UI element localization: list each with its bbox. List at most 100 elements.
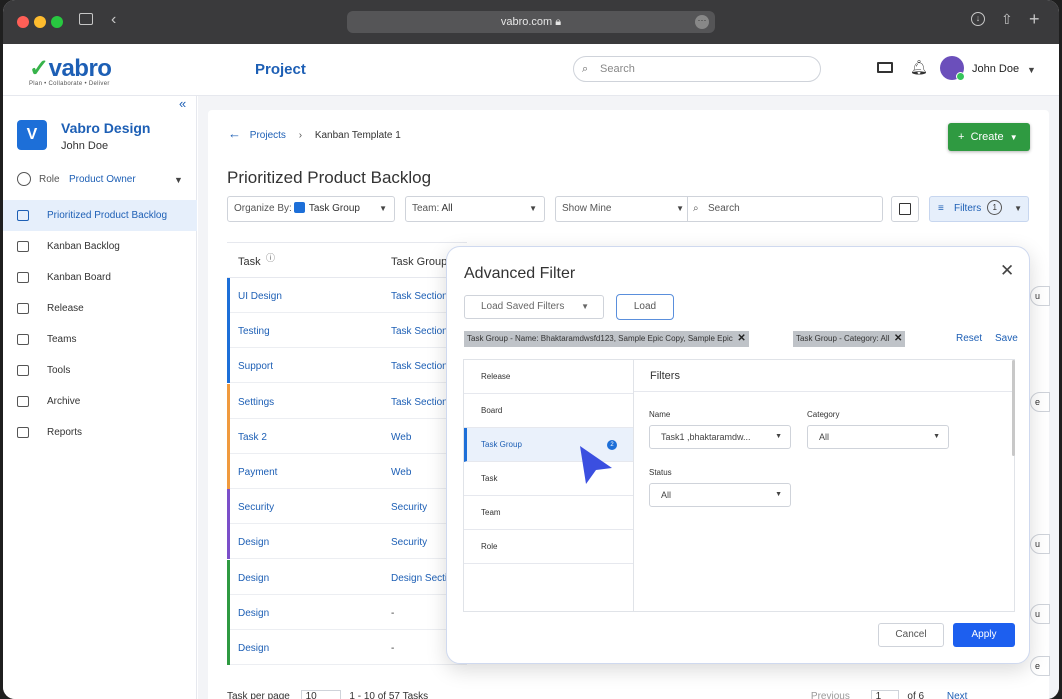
download-icon[interactable]: ↓ <box>971 12 985 26</box>
row-side-badge[interactable]: u <box>1030 604 1050 624</box>
list-icon <box>17 241 29 252</box>
global-search-input[interactable]: ⌕ Search <box>573 56 821 82</box>
table-row[interactable]: Design - <box>227 594 467 630</box>
column-header-task-group[interactable]: Task Group <box>391 256 447 268</box>
category-select[interactable]: All ▼ <box>807 425 949 449</box>
next-button[interactable]: Next <box>947 691 968 699</box>
page-input[interactable]: 1 <box>870 690 899 699</box>
organize-by-select[interactable]: Organize By: Task Group ▼ <box>227 196 395 222</box>
previous-button[interactable]: Previous <box>811 691 850 699</box>
task-name-link[interactable]: Design <box>238 608 269 619</box>
task-name-link[interactable]: Testing <box>238 326 270 337</box>
inbox-icon[interactable] <box>877 62 893 73</box>
row-side-badge[interactable]: e <box>1030 392 1050 412</box>
task-name-link[interactable]: Design <box>238 573 269 584</box>
user-name[interactable]: John Doe <box>972 63 1019 75</box>
table-row[interactable]: Support Task Section <box>227 348 467 384</box>
load-button[interactable]: Load <box>616 294 674 320</box>
task-group-link[interactable]: Web <box>391 467 411 478</box>
row-side-badge[interactable]: u <box>1030 534 1050 554</box>
task-group-link[interactable]: Task Section <box>391 361 448 372</box>
row-side-badge[interactable]: e <box>1030 656 1050 676</box>
filter-category-release[interactable]: Release <box>464 360 633 394</box>
sidebar-item-kanban-board[interactable]: Kanban Board <box>3 262 197 293</box>
task-name-link[interactable]: Payment <box>238 467 277 478</box>
save-link[interactable]: Save <box>995 333 1018 344</box>
task-name-link[interactable]: Task 2 <box>238 432 267 443</box>
filter-category-role[interactable]: Role <box>464 530 633 564</box>
filters-button[interactable]: ≡ Filters 1 ▼ <box>929 196 1029 222</box>
task-group-link[interactable]: Task Section <box>391 326 448 337</box>
per-page-select[interactable]: 10 <box>300 690 341 699</box>
close-icon[interactable]: ✕ <box>1000 261 1014 281</box>
search-placeholder: Search <box>708 203 740 214</box>
table-row[interactable]: Settings Task Section <box>227 383 467 419</box>
sidebar-item-reports[interactable]: Reports <box>3 417 197 448</box>
task-group-link[interactable]: Security <box>391 502 427 513</box>
back-nav-icon[interactable]: ‹ <box>111 11 116 29</box>
remove-chip-icon[interactable]: ✕ <box>894 331 902 347</box>
table-row[interactable]: Design Design Section <box>227 559 467 595</box>
task-name-link[interactable]: Security <box>238 502 274 513</box>
apply-button[interactable]: Apply <box>953 623 1015 647</box>
status-value: All <box>661 490 672 500</box>
table-row[interactable]: UI Design Task Section <box>227 278 467 313</box>
table-row[interactable]: Testing Task Section <box>227 313 467 349</box>
sidebar-item-prioritized-product-backlog[interactable]: Prioritized Product Backlog <box>3 200 197 231</box>
breadcrumb-projects-link[interactable]: Projects <box>250 130 286 141</box>
address-bar[interactable]: vabro.com 🔒︎ ··· <box>347 11 715 33</box>
row-side-badge[interactable]: u <box>1030 286 1050 306</box>
table-row[interactable]: Task 2 Web <box>227 418 467 454</box>
task-name-link[interactable]: UI Design <box>238 291 282 302</box>
minimize-window-button[interactable] <box>34 16 46 28</box>
sidebar-item-kanban-backlog[interactable]: Kanban Backlog <box>3 231 197 262</box>
chevron-right-icon: › <box>298 130 303 141</box>
show-select[interactable]: Show Mine ▼ <box>555 196 691 222</box>
sidebar-item-release[interactable]: Release <box>3 293 197 324</box>
column-header-task[interactable]: Task <box>238 256 261 268</box>
task-group-link[interactable]: Task Section <box>391 291 448 302</box>
task-group-link[interactable]: Web <box>391 432 411 443</box>
task-group-link[interactable]: Task Section <box>391 397 448 408</box>
column-settings-button[interactable] <box>891 196 919 222</box>
cancel-button[interactable]: Cancel <box>878 623 944 647</box>
name-select[interactable]: Task1 ,bhaktaramdw... ▼ <box>649 425 791 449</box>
close-window-button[interactable] <box>17 16 29 28</box>
collapse-sidebar-icon[interactable]: « <box>179 96 186 111</box>
new-tab-icon[interactable]: + <box>1029 9 1040 30</box>
filter-category-team[interactable]: Team <box>464 496 633 530</box>
table-row[interactable]: Payment Web <box>227 454 467 489</box>
status-select[interactable]: All ▼ <box>649 483 791 507</box>
chevron-down-icon[interactable]: ▼ <box>1027 65 1036 75</box>
filter-category-board[interactable]: Board <box>464 394 633 428</box>
task-group-link[interactable]: Security <box>391 537 427 548</box>
role-selector[interactable]: Role Product Owner ▼ <box>17 172 189 190</box>
bell-icon[interactable]: 🔔︎ <box>910 59 928 76</box>
vabro-logo[interactable]: ✓vabro Plan • Collaborate • Deliver <box>29 54 112 87</box>
create-button[interactable]: + Create ▼ <box>948 123 1030 151</box>
table-row[interactable]: Design Security <box>227 524 467 560</box>
task-group-link[interactable]: - <box>391 608 394 619</box>
team-select[interactable]: Team: All ▼ <box>405 196 545 222</box>
task-name-link[interactable]: Support <box>238 361 273 372</box>
backlog-search-input[interactable]: ⌕ Search <box>687 196 883 222</box>
more-icon[interactable]: ··· <box>695 15 709 29</box>
avatar[interactable] <box>940 56 965 81</box>
remove-chip-icon[interactable]: ✕ <box>737 331 745 347</box>
task-name-link[interactable]: Design <box>238 537 269 548</box>
task-name-link[interactable]: Settings <box>238 397 274 408</box>
table-row[interactable]: Design - <box>227 630 467 665</box>
sidebar-item-archive[interactable]: Archive <box>3 386 197 417</box>
share-icon[interactable]: ⇧ <box>1001 11 1013 28</box>
sidebar-item-teams[interactable]: Teams <box>3 324 197 355</box>
task-group-link[interactable]: - <box>391 643 394 654</box>
scrollbar[interactable] <box>1012 360 1015 456</box>
back-arrow-icon[interactable]: ← <box>228 126 241 141</box>
reset-link[interactable]: Reset <box>956 333 982 344</box>
task-name-link[interactable]: Design <box>238 643 269 654</box>
sidebar-toggle-icon[interactable] <box>79 13 93 25</box>
sidebar-item-tools[interactable]: Tools <box>3 355 197 386</box>
table-row[interactable]: Security Security <box>227 489 467 525</box>
saved-filters-select[interactable]: Load Saved Filters ▼ <box>464 295 604 319</box>
maximize-window-button[interactable] <box>51 16 63 28</box>
